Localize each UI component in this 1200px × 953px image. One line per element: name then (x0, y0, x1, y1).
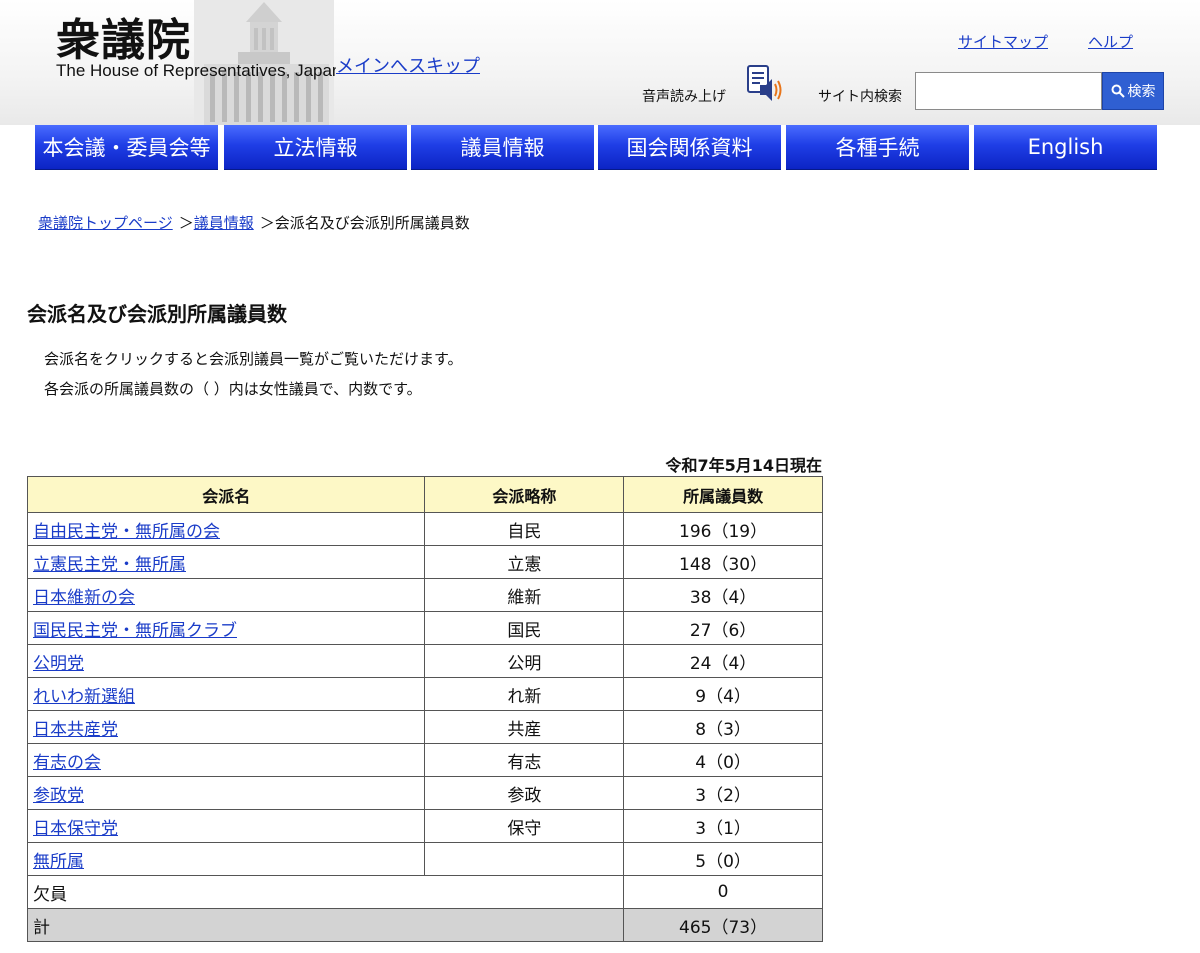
faction-link[interactable]: 公明党 (33, 654, 84, 674)
member-count: 8（3） (623, 710, 823, 744)
breadcrumb-members-link[interactable]: 議員情報 (194, 214, 254, 232)
search-icon (1111, 84, 1125, 98)
faction-abbr: 共産 (424, 710, 625, 744)
member-count: 27（6） (623, 611, 823, 645)
female-count-note: 各会派の所属議員数の（ ）内は女性議員で、内数です。 (44, 380, 422, 398)
table-row: 無所属 5（0） (26, 842, 823, 876)
faction-link[interactable]: 日本保守党 (33, 819, 118, 839)
speaker-icon[interactable] (744, 63, 784, 103)
table-row: 日本共産党 共産 8（3） (26, 710, 823, 744)
sitemap-link[interactable]: サイトマップ (958, 31, 1048, 52)
member-count: 24（4） (623, 644, 823, 678)
table-row: 参政党 参政 3（2） (26, 776, 823, 810)
search-button-label: 検索 (1127, 84, 1156, 100)
faction-abbr: 自民 (424, 512, 625, 546)
faction-link[interactable]: 無所属 (33, 852, 84, 872)
logo-subtitle: The House of Representatives, Japan (56, 61, 336, 80)
instruction-note: 会派名をクリックすると会派別議員一覧がご覧いただけます。 (44, 350, 463, 368)
site-search-input[interactable] (915, 72, 1102, 110)
total-label: 計 (26, 908, 625, 942)
nav-legislation[interactable]: 立法情報 (224, 125, 407, 170)
breadcrumb: 衆議院トップページ ＞議員情報 ＞会派名及び会派別所属議員数 (38, 212, 470, 233)
table-row: 公明党 公明 24（4） (26, 644, 823, 678)
site-header: 衆議院 The House of Representatives, Japan … (0, 0, 1200, 125)
table-row: れいわ新選組 れ新 9（4） (26, 677, 823, 711)
table-header-row: 会派名 会派略称 所属議員数 (26, 476, 823, 513)
faction-abbr: 公明 (424, 644, 625, 678)
table-row: 日本維新の会 維新 38（4） (26, 578, 823, 612)
table-row: 国民民主党・無所属クラブ 国民 27（6） (26, 611, 823, 645)
as-of-date: 令和7年5月14日現在 (665, 456, 822, 475)
member-count: 196（19） (623, 512, 823, 546)
faction-abbr: 立憲 (424, 545, 625, 579)
faction-link[interactable]: 立憲民主党・無所属 (33, 555, 186, 575)
faction-abbr: 国民 (424, 611, 625, 645)
site-logo[interactable]: 衆議院 The House of Representatives, Japan (44, 0, 336, 125)
table-row: 自由民主党・無所属の会 自民 196（19） (26, 512, 823, 546)
breadcrumb-home-link[interactable]: 衆議院トップページ (38, 214, 173, 232)
total-count: 465（73） (623, 908, 823, 942)
breadcrumb-separator: ＞ (178, 214, 194, 232)
nav-procedures[interactable]: 各種手続 (786, 125, 969, 170)
table-row: 日本保守党 保守 3（1） (26, 809, 823, 843)
search-button[interactable]: 検索 (1102, 72, 1164, 110)
page-title: 会派名及び会派別所属議員数 (27, 302, 287, 326)
total-row: 計 465（73） (26, 908, 823, 942)
nav-english[interactable]: English (974, 125, 1157, 170)
faction-abbr (424, 842, 625, 876)
site-search-label: サイト内検索 (818, 89, 902, 105)
breadcrumb-current: 会派名及び会派別所属議員数 (274, 214, 470, 232)
faction-abbr: 参政 (424, 776, 625, 810)
global-nav: 本会議・委員会等 立法情報 議員情報 国会関係資料 各種手続 English (0, 125, 1200, 171)
member-count: 3（2） (623, 776, 823, 810)
column-header-abbreviation: 会派略称 (424, 476, 625, 513)
vacancy-label: 欠員 (26, 875, 625, 909)
member-count: 9（4） (623, 677, 823, 711)
faction-table: 会派名 会派略称 所属議員数 自由民主党・無所属の会 自民 196（19） 立憲… (26, 476, 823, 942)
faction-abbr: 維新 (424, 578, 625, 612)
faction-link[interactable]: 参政党 (33, 786, 84, 806)
logo-title: 衆議院 (56, 15, 191, 66)
nav-plenary-committees[interactable]: 本会議・委員会等 (35, 125, 218, 170)
table-row: 有志の会 有志 4（0） (26, 743, 823, 777)
faction-abbr: 保守 (424, 809, 625, 843)
column-header-faction-name: 会派名 (26, 476, 426, 513)
faction-link[interactable]: 国民民主党・無所属クラブ (33, 621, 237, 641)
nav-diet-materials[interactable]: 国会関係資料 (598, 125, 781, 170)
faction-link[interactable]: れいわ新選組 (33, 687, 135, 707)
faction-link[interactable]: 自由民主党・無所属の会 (33, 522, 220, 542)
nav-members[interactable]: 議員情報 (411, 125, 594, 170)
faction-link[interactable]: 日本共産党 (33, 720, 118, 740)
faction-abbr: れ新 (424, 677, 625, 711)
member-count: 38（4） (623, 578, 823, 612)
skip-to-main-link[interactable]: メインへスキップ (336, 52, 480, 78)
voice-readout-label: 音声読み上げ (642, 89, 726, 105)
table-row: 立憲民主党・無所属 立憲 148（30） (26, 545, 823, 579)
column-header-member-count: 所属議員数 (623, 476, 823, 513)
breadcrumb-separator: ＞ (259, 214, 275, 232)
vacancy-count: 0 (623, 875, 823, 909)
member-count: 4（0） (623, 743, 823, 777)
member-count: 5（0） (623, 842, 823, 876)
help-link[interactable]: ヘルプ (1088, 31, 1133, 52)
faction-link[interactable]: 日本維新の会 (33, 588, 135, 608)
vacancy-row: 欠員 0 (26, 875, 823, 909)
faction-abbr: 有志 (424, 743, 625, 777)
member-count: 3（1） (623, 809, 823, 843)
member-count: 148（30） (623, 545, 823, 579)
faction-link[interactable]: 有志の会 (33, 753, 101, 773)
